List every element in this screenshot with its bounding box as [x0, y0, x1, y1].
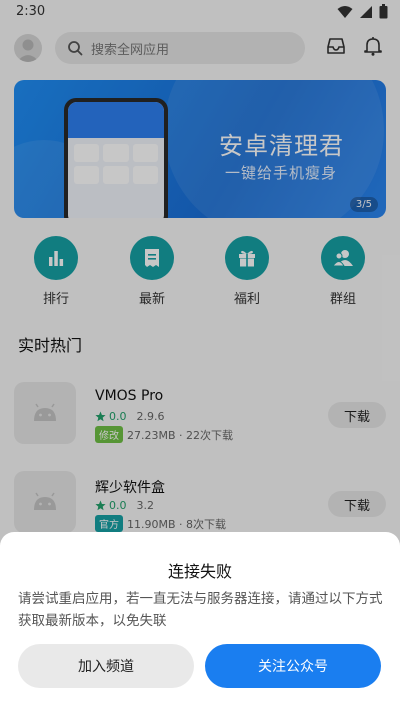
dialog-message: 请尝试重启应用，若一直无法与服务器连接，请通过以下方式获取最新版本，以免失联 [18, 591, 383, 629]
dialog-title: 连接失败 [167, 562, 232, 581]
connection-error-dialog: 连接失败 请尝试重启应用，若一直无法与服务器连接，请通过以下方式获取最新版本，以… [0, 532, 400, 711]
follow-account-button[interactable]: 关注公众号 [205, 644, 381, 688]
join-channel-button[interactable]: 加入频道 [18, 644, 194, 688]
